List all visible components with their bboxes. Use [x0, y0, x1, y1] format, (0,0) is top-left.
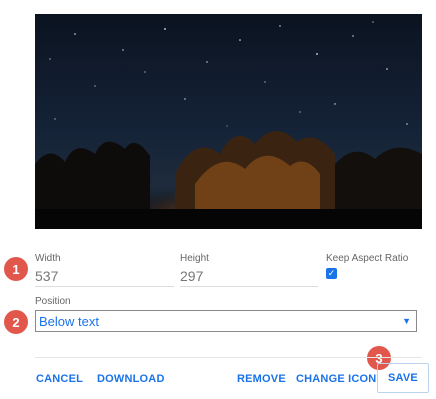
step-badge-2: 2 [4, 310, 28, 334]
image-preview [35, 14, 422, 229]
width-field[interactable]: Width 537 [35, 253, 174, 287]
width-label: Width [35, 253, 61, 264]
height-field[interactable]: Height 297 [180, 253, 318, 287]
position-label: Position [35, 296, 71, 307]
keep-aspect-ratio-checkbox[interactable]: ✓ [326, 268, 337, 279]
image-settings-dialog: 1 2 3 Width 537 Height 297 Keep Aspect R… [0, 0, 436, 399]
cancel-button[interactable]: CANCEL [36, 373, 83, 385]
change-icon-button[interactable]: CHANGE ICON [296, 373, 376, 385]
position-select[interactable]: Below text ▼ [35, 310, 417, 332]
keep-aspect-ratio-field[interactable]: Keep Aspect Ratio ✓ [326, 253, 426, 279]
remove-button[interactable]: REMOVE [237, 373, 286, 385]
night-sky-photo [35, 14, 422, 229]
download-button[interactable]: DOWNLOAD [97, 373, 165, 385]
divider [35, 357, 422, 358]
position-field[interactable]: Position Below text ▼ [35, 296, 417, 332]
save-button[interactable]: SAVE [377, 363, 429, 393]
chevron-down-icon: ▼ [402, 316, 411, 326]
position-selected-value: Below text [39, 313, 99, 329]
height-input[interactable]: 297 [180, 268, 318, 287]
keep-aspect-ratio-label: Keep Aspect Ratio [326, 253, 409, 264]
step-badge-1: 1 [4, 257, 28, 281]
height-label: Height [180, 253, 209, 264]
width-input[interactable]: 537 [35, 268, 174, 287]
